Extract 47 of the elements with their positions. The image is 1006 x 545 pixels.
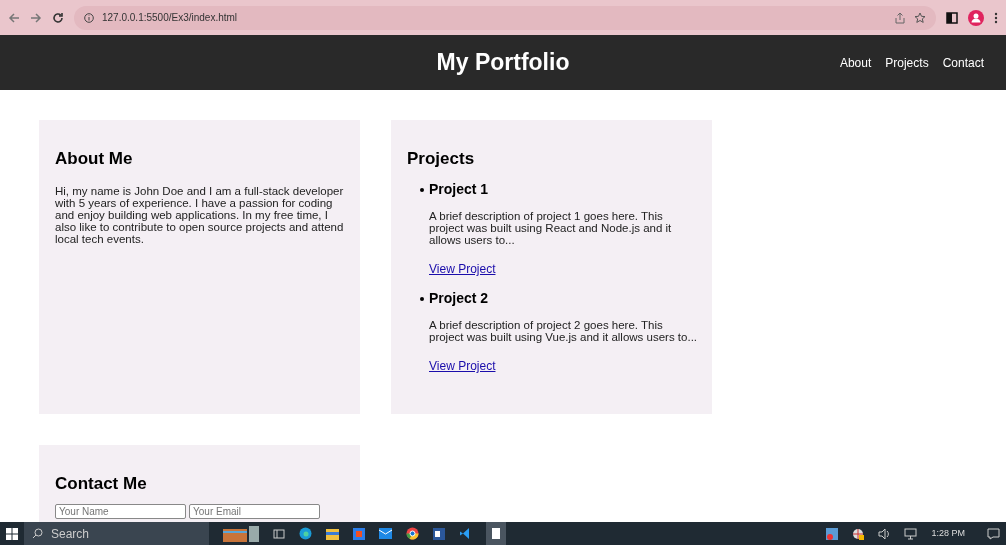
search-icon [32, 528, 43, 539]
forward-icon[interactable] [30, 11, 42, 24]
taskbar-clock[interactable]: 1:28 PM [931, 526, 965, 541]
star-icon[interactable] [914, 11, 926, 24]
bullet-icon [420, 296, 424, 301]
browser-app-icon[interactable] [299, 527, 312, 540]
bullet-icon [420, 187, 424, 192]
project-title: Project 1 [429, 181, 489, 199]
section-heading: Contact Me [55, 474, 148, 495]
store-icon[interactable] [353, 527, 365, 540]
notepad-icon[interactable] [486, 522, 506, 545]
nav-link-item[interactable]: Projects [885, 53, 929, 72]
menu-icon[interactable] [994, 11, 998, 24]
view-project-link[interactable]: View Project [429, 262, 496, 277]
task-view-icon[interactable] [273, 527, 285, 540]
taskbar-search-field[interactable]: Search [24, 522, 209, 545]
address-bar[interactable]: 127.0.0.1:5500/Ex3/index.html [74, 5, 936, 30]
profile-avatar-icon[interactable] [968, 9, 984, 26]
taskbar-app-icon[interactable] [223, 525, 259, 542]
sidebar-icon[interactable] [946, 11, 958, 24]
site-title: My Portfolio [436, 48, 570, 77]
text-input-field[interactable]: Your Email [189, 504, 320, 520]
word-icon[interactable] [433, 527, 445, 540]
about-text: Hi, my name is John Doe and I am a full-stack developer with 5 years of experience. I have a passion for coding and enjoy building web applications. In my free time, I also like to contribute to open source projects and attend local tech events. [55, 185, 344, 246]
tray-app-icon[interactable] [826, 527, 839, 540]
nav-link-item[interactable]: About [839, 53, 872, 72]
mail-icon[interactable] [379, 528, 392, 539]
project-description: A brief description of project 1 goes here. This project was built using React and Node.js and it allows users to... [429, 210, 673, 247]
url-text: 127.0.0.1:5500/Ex3/index.html [102, 11, 238, 25]
code-editor-icon[interactable] [459, 527, 472, 540]
share-icon[interactable] [894, 11, 906, 24]
windows-logo-icon[interactable] [6, 527, 18, 540]
speaker-icon[interactable] [878, 527, 891, 540]
network-icon[interactable] [904, 527, 918, 540]
chrome-icon[interactable] [406, 527, 419, 540]
reload-icon[interactable] [52, 11, 64, 24]
project-title: Project 2 [429, 290, 489, 307]
info-icon[interactable] [84, 12, 94, 23]
notification-icon[interactable] [987, 527, 1000, 540]
project-description: A brief description of project 2 goes here. This project was built using Vue.js and it allows users to... [429, 319, 699, 343]
view-project-link[interactable]: View Project [429, 359, 496, 373]
section-heading: About Me [55, 149, 134, 170]
back-icon[interactable] [8, 11, 20, 24]
text-input-field[interactable]: Your Name [55, 504, 186, 520]
folder-icon[interactable] [326, 527, 339, 540]
nav-link-item[interactable]: Contact [942, 53, 984, 72]
section-heading: Projects [407, 149, 476, 170]
